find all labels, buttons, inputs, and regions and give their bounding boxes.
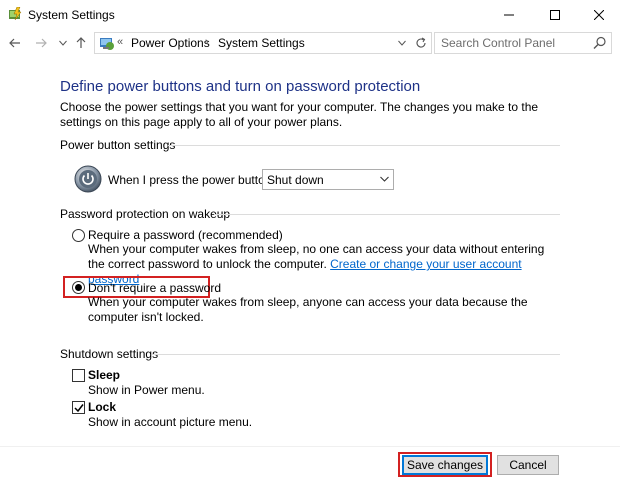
power-button-action-value: Shut down	[267, 173, 324, 187]
breadcrumb-power-options[interactable]: Power Options	[131, 36, 210, 50]
shutdown-settings-divider	[152, 354, 560, 355]
require-password-radio[interactable]	[72, 229, 85, 242]
password-protection-divider	[214, 214, 560, 215]
recent-locations-button[interactable]	[54, 34, 72, 52]
footer-divider	[0, 446, 620, 447]
back-button[interactable]	[6, 34, 24, 52]
power-button-action-label: When I press the power button:	[108, 173, 275, 187]
power-button-action-select[interactable]: Shut down	[262, 169, 394, 190]
cancel-button[interactable]: Cancel	[497, 455, 559, 475]
maximize-button[interactable]	[532, 0, 578, 30]
power-button-icon	[74, 165, 102, 193]
page-description: Choose the power settings that you want …	[60, 100, 539, 129]
address-dropdown-button[interactable]	[395, 34, 409, 52]
dont-require-password-label[interactable]: Don't require a password	[88, 281, 221, 295]
checkmark-icon	[73, 403, 84, 412]
search-input[interactable]	[441, 35, 591, 51]
lock-description: Show in account picture menu.	[88, 415, 253, 429]
dont-require-password-radio[interactable]	[72, 281, 85, 294]
save-changes-button[interactable]: Save changes	[402, 455, 488, 475]
lock-label[interactable]: Lock	[88, 400, 116, 414]
search-icon[interactable]	[593, 36, 607, 50]
power-button-settings-divider	[168, 145, 560, 146]
lock-checkbox[interactable]	[72, 401, 85, 414]
control-panel-icon	[100, 38, 114, 50]
window-title: System Settings	[28, 8, 115, 22]
search-box[interactable]	[434, 32, 612, 54]
dont-require-password-description: When your computer wakes from sleep, any…	[88, 295, 528, 324]
chevron-down-icon	[380, 176, 389, 182]
up-button[interactable]	[72, 34, 90, 52]
require-password-label[interactable]: Require a password (recommended)	[88, 228, 283, 242]
minimize-icon	[504, 14, 514, 16]
address-bar[interactable]: « Power Options › System Settings	[94, 32, 432, 54]
sleep-checkbox[interactable]	[72, 369, 85, 382]
arrow-right-icon	[36, 38, 47, 48]
refresh-button[interactable]	[413, 34, 429, 52]
breadcrumb-system-settings[interactable]: System Settings	[218, 36, 305, 50]
sleep-label[interactable]: Sleep	[88, 368, 120, 382]
close-icon	[594, 10, 604, 20]
title-bar: System Settings	[0, 0, 620, 30]
password-protection-label: Password protection on wakeup	[60, 207, 231, 221]
refresh-icon	[416, 37, 426, 48]
maximize-icon	[550, 10, 560, 20]
forward-button[interactable]	[32, 34, 50, 52]
power-options-app-icon	[9, 7, 22, 21]
sleep-description: Show in Power menu.	[88, 383, 205, 397]
chevron-down-icon	[398, 40, 406, 46]
address-overflow-chevron[interactable]: «	[117, 36, 123, 48]
arrow-up-icon	[76, 37, 86, 48]
arrow-left-icon	[9, 38, 20, 48]
navigation-bar: « Power Options › System Settings	[0, 30, 620, 56]
power-button-settings-label: Power button settings	[60, 138, 176, 152]
close-button[interactable]	[578, 0, 620, 30]
breadcrumb-separator[interactable]: ›	[205, 36, 209, 48]
shutdown-settings-label: Shutdown settings	[60, 347, 159, 361]
page-title: Define power buttons and turn on passwor…	[60, 78, 421, 95]
chevron-down-icon	[59, 40, 67, 46]
minimize-button[interactable]	[486, 0, 532, 30]
